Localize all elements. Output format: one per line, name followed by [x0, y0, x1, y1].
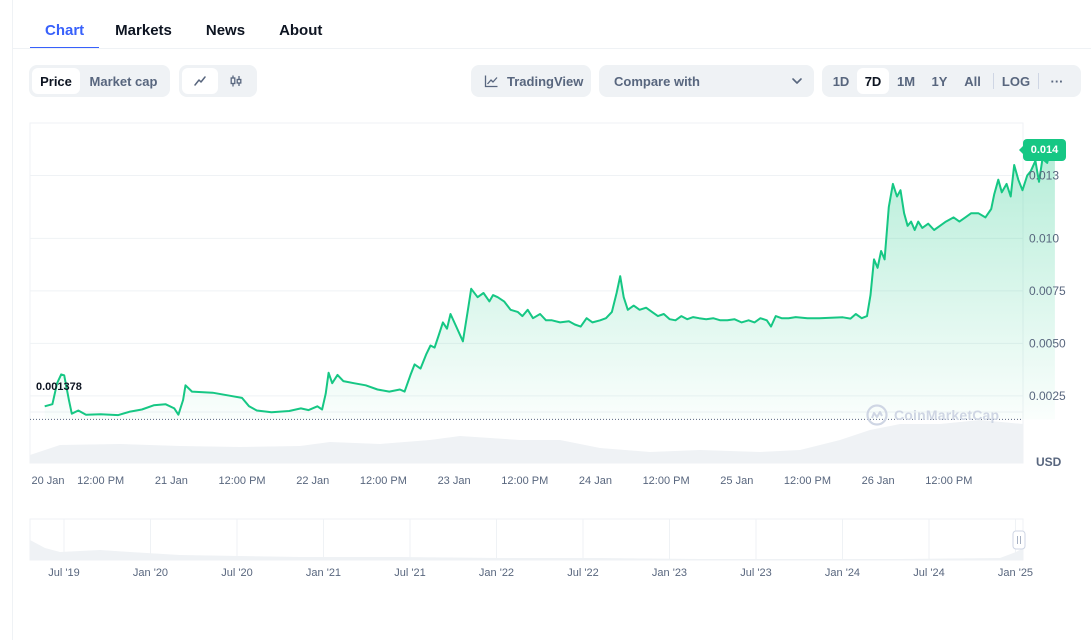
navigator-tick-label: Jan '24	[825, 567, 860, 579]
y-tick-label: 0.0025	[1029, 389, 1066, 403]
x-tick-label: 24 Jan	[579, 475, 612, 487]
navigator-tick-label: Jul '21	[394, 567, 425, 579]
current-price-tag: 0.014	[1019, 139, 1066, 161]
x-tick-label: 20 Jan	[31, 475, 64, 487]
navigator-tick-label: Jul '22	[567, 567, 598, 579]
x-tick-label: 12:00 PM	[77, 475, 124, 487]
navigator-tick-label: Jan '20	[133, 567, 168, 579]
baseline-price-label: 0.001378	[36, 381, 82, 393]
navigator-tick-label: Jul '19	[48, 567, 79, 579]
x-tick-label: 12:00 PM	[360, 475, 407, 487]
navigator-handle[interactable]	[1012, 530, 1026, 550]
x-tick-label: 12:00 PM	[784, 475, 831, 487]
volume-area	[30, 420, 1023, 463]
x-tick-label: 12:00 PM	[925, 475, 972, 487]
x-tick-label: 12:00 PM	[643, 475, 690, 487]
y-tick-label: 0.0050	[1029, 336, 1066, 350]
y-tick-label: 0.013	[1029, 168, 1059, 182]
x-tick-label: 23 Jan	[438, 475, 471, 487]
x-tick-label: 22 Jan	[296, 475, 329, 487]
navigator-tick-label: Jan '22	[479, 567, 514, 579]
navigator-tick-label: Jan '25	[998, 567, 1033, 579]
price-chart[interactable]: 0.013 0.010 0.0075 0.0050 0.0025 20 Jan 12:00…	[0, 0, 1091, 640]
coinmarketcap-logo-icon	[866, 404, 888, 426]
navigator-tick-label: Jul '24	[913, 567, 944, 579]
navigator-tick-label: Jan '21	[306, 567, 341, 579]
navigator-tick-label: Jul '23	[740, 567, 771, 579]
coinmarketcap-watermark: CoinMarketCap	[866, 404, 999, 426]
price-area-fill	[44, 146, 1055, 420]
navigator-frame[interactable]	[29, 518, 1024, 561]
x-tick-label: 25 Jan	[720, 475, 753, 487]
x-tick-label: 12:00 PM	[218, 475, 265, 487]
x-tick-label: 12:00 PM	[501, 475, 548, 487]
x-tick-label: 21 Jan	[155, 475, 188, 487]
y-tick-label: 0.010	[1029, 231, 1059, 245]
watermark-text: CoinMarketCap	[894, 407, 1000, 423]
x-tick-label: 26 Jan	[862, 475, 895, 487]
navigator-tick-label: Jul '20	[221, 567, 252, 579]
y-tick-label: 0.0075	[1029, 284, 1066, 298]
navigator-tick-label: Jan '23	[652, 567, 687, 579]
currency-label: USD	[1036, 455, 1062, 469]
